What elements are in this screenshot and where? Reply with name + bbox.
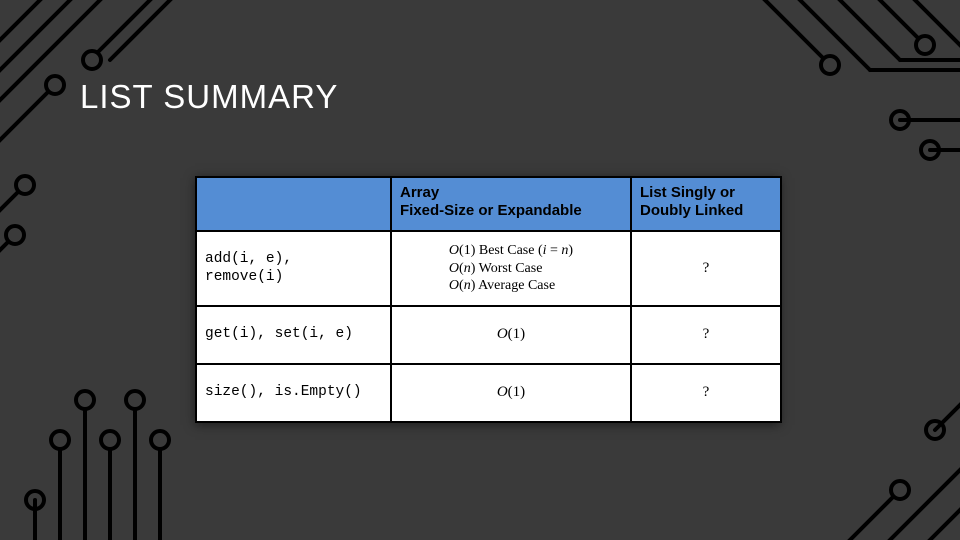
cell-array-add-remove: O(1) Best Case (i = n) O(n) Worst Case O… bbox=[391, 231, 631, 306]
header-blank bbox=[196, 177, 391, 231]
header-array-line2: Fixed-Size or Expandable bbox=[400, 202, 582, 219]
complexity-best: O(1) Best Case (i = n) bbox=[449, 243, 573, 258]
complexity-worst: O(n) Worst Case bbox=[449, 261, 543, 276]
cell-list-get-set: ? bbox=[631, 306, 781, 364]
cell-list-add-remove: ? bbox=[631, 231, 781, 306]
cell-op-size-empty: size(), is.Empty() bbox=[196, 364, 391, 422]
cell-list-size-empty: ? bbox=[631, 364, 781, 422]
table-row: add(i, e), remove(i) O(1) Best Case (i =… bbox=[196, 231, 781, 306]
table-row: get(i), set(i, e) O(1) ? bbox=[196, 306, 781, 364]
complexity-table: Array Fixed-Size or Expandable List Sing… bbox=[195, 176, 780, 423]
header-list-line1: List Singly or bbox=[640, 184, 735, 201]
cell-op-get-set: get(i), set(i, e) bbox=[196, 306, 391, 364]
header-array-line1: Array bbox=[400, 184, 439, 201]
cell-op-add-remove: add(i, e), remove(i) bbox=[196, 231, 391, 306]
complexity-avg: O(n) Average Case bbox=[449, 278, 555, 293]
header-list: List Singly or Doubly Linked bbox=[631, 177, 781, 231]
table-row: size(), is.Empty() O(1) ? bbox=[196, 364, 781, 422]
table-header-row: Array Fixed-Size or Expandable List Sing… bbox=[196, 177, 781, 231]
header-array: Array Fixed-Size or Expandable bbox=[391, 177, 631, 231]
page-title: LIST SUMMARY bbox=[80, 78, 960, 116]
header-list-line2: Doubly Linked bbox=[640, 202, 743, 219]
cell-array-size-empty: O(1) bbox=[391, 364, 631, 422]
cell-array-get-set: O(1) bbox=[391, 306, 631, 364]
